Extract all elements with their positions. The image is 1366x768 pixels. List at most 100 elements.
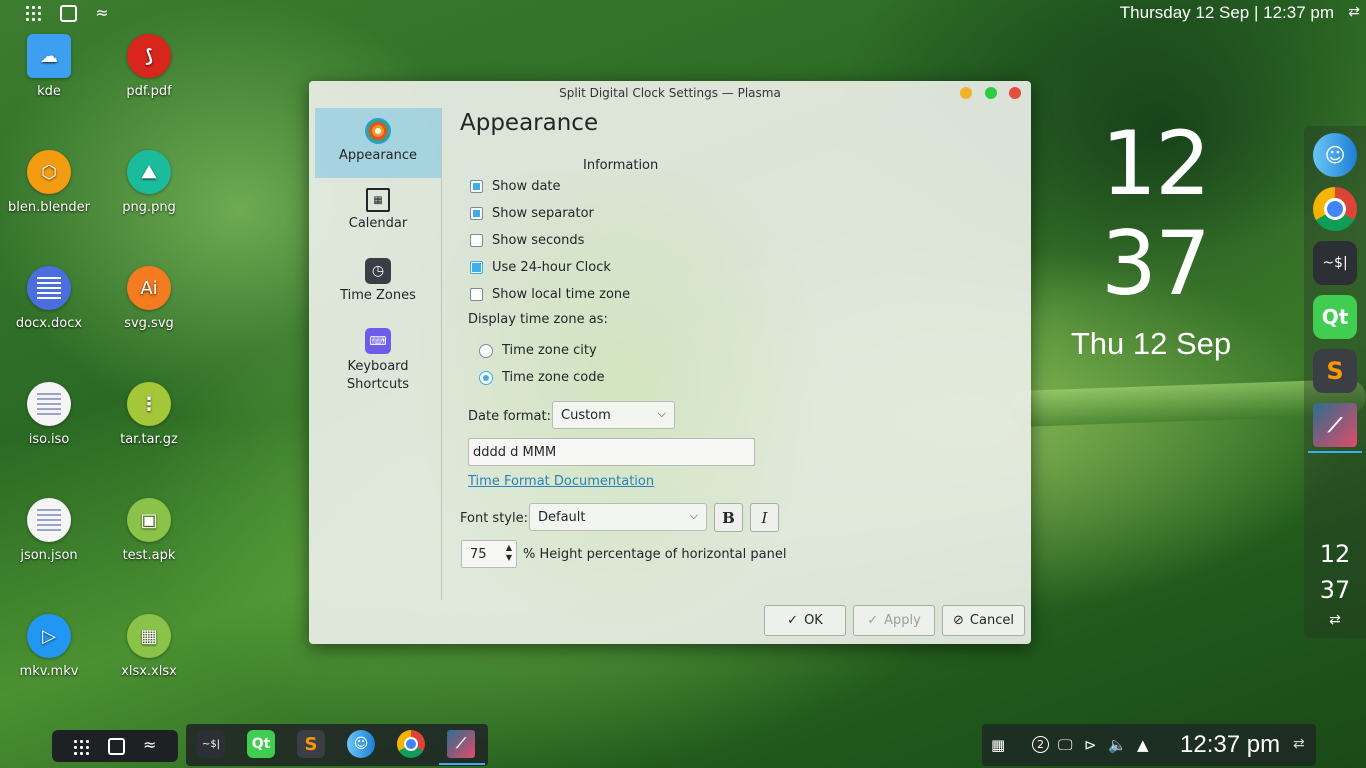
app-launcher-icon[interactable] bbox=[24, 4, 42, 22]
terminal-icon[interactable]: ~$| bbox=[197, 730, 225, 758]
desktop-icon-iso[interactable]: iso.iso bbox=[4, 382, 94, 447]
window-square-icon[interactable] bbox=[108, 738, 125, 755]
ok-button[interactable]: ✓ OK bbox=[764, 605, 846, 636]
bold-button[interactable]: B bbox=[714, 503, 743, 532]
checkbox-indicator[interactable] bbox=[470, 234, 483, 247]
checkbox-show-date[interactable]: Show date bbox=[470, 179, 561, 194]
kdenlive-icon[interactable]: ⟋ bbox=[1313, 403, 1357, 447]
top-clock[interactable]: Thursday 12 Sep | 12:37 pm bbox=[1120, 3, 1334, 23]
taskbar: ~$| Qt S ☺ ⟋ bbox=[186, 724, 488, 766]
sidebar-item-label: Appearance bbox=[338, 148, 418, 163]
desktop-icon-pdf[interactable]: ⟆ pdf.pdf bbox=[104, 34, 194, 99]
dock-settings-icon[interactable]: ⇄ bbox=[1304, 612, 1366, 628]
illustrator-file-icon: Ai bbox=[127, 266, 171, 310]
media-player-icon[interactable]: ⊳ bbox=[1084, 736, 1097, 754]
italic-button[interactable]: I bbox=[750, 503, 779, 532]
qt-creator-icon[interactable]: Qt bbox=[1313, 295, 1357, 339]
top-panel: ≈ Thursday 12 Sep | 12:37 pm ⇄ bbox=[0, 0, 1366, 26]
finder-icon[interactable]: ☺ bbox=[1313, 133, 1357, 177]
cancel-button[interactable]: ⊘ Cancel bbox=[942, 605, 1025, 636]
terminal-icon[interactable]: ~$| bbox=[1313, 241, 1357, 285]
date-format-input[interactable]: dddd d MMM bbox=[468, 438, 755, 466]
minimize-button[interactable] bbox=[960, 87, 972, 99]
desktop-icon-apk[interactable]: ▣ test.apk bbox=[104, 498, 194, 563]
checkbox-show-separator[interactable]: Show separator bbox=[470, 206, 594, 221]
activities-icon[interactable]: ▦ bbox=[991, 736, 1005, 754]
apply-button[interactable]: ✓ Apply bbox=[853, 605, 935, 636]
kdenlive-icon[interactable]: ⟋ bbox=[447, 730, 475, 758]
radio-label: Time zone code bbox=[502, 370, 605, 385]
radio-indicator[interactable] bbox=[479, 343, 493, 358]
desktop-icon-label: png.png bbox=[122, 200, 176, 215]
checkbox-show-seconds[interactable]: Show seconds bbox=[470, 233, 584, 248]
desktop-clock-hours: 12 bbox=[1101, 112, 1211, 215]
wave-icon[interactable]: ≈ bbox=[93, 4, 111, 22]
section-label: Information bbox=[583, 158, 659, 173]
sublime-icon[interactable]: S bbox=[1313, 349, 1357, 393]
panel-settings-icon[interactable]: ⇄ bbox=[1293, 736, 1305, 752]
sidebar-item-label: Keyboard Shortcuts bbox=[346, 359, 410, 392]
sidebar-item-calendar[interactable]: ▦ Calendar bbox=[315, 188, 441, 250]
close-button[interactable] bbox=[1009, 87, 1021, 99]
checkbox-indicator[interactable] bbox=[470, 207, 483, 220]
checkbox-label: Show separator bbox=[492, 206, 594, 221]
taskbar-clock[interactable]: 12:37 pm bbox=[1180, 731, 1280, 759]
radio-label: Time zone city bbox=[502, 343, 597, 358]
height-percentage-spinbox[interactable]: 75 ▲ ▼ bbox=[461, 540, 517, 568]
checkbox-label: Show seconds bbox=[492, 233, 585, 248]
desktop-icon-blender[interactable]: ⬡ blen.blender bbox=[4, 150, 94, 215]
cancel-button-label: Cancel bbox=[969, 613, 1014, 628]
time-format-documentation-link[interactable]: Time Format Documentation bbox=[468, 474, 654, 489]
spin-arrows-icon[interactable]: ▲ ▼ bbox=[506, 543, 512, 563]
bottom-left-panel: ≈ bbox=[52, 730, 178, 762]
desktop-icon-mkv[interactable]: ▷ mkv.mkv bbox=[4, 614, 94, 679]
display-icon[interactable]: 🖵 bbox=[1058, 736, 1072, 754]
checkbox-24-hour-clock[interactable]: Use 24-hour Clock bbox=[470, 260, 611, 275]
window-square-icon[interactable] bbox=[59, 4, 77, 22]
radio-time-zone-city[interactable]: Time zone city bbox=[479, 343, 597, 358]
desktop-icon-label: svg.svg bbox=[124, 316, 174, 331]
notifications-badge-icon[interactable]: 2 bbox=[1032, 736, 1049, 753]
sidebar-item-appearance[interactable]: Appearance bbox=[315, 108, 441, 178]
checkbox-indicator[interactable] bbox=[470, 288, 483, 301]
archive-file-icon: ⋮ bbox=[127, 382, 171, 426]
sidebar-item-time-zones[interactable]: ◷ Time Zones bbox=[315, 258, 441, 320]
desktop-icon-json[interactable]: json.json bbox=[4, 498, 94, 563]
desktop-icon-tar[interactable]: ⋮ tar.tar.gz bbox=[104, 382, 194, 447]
tray-expand-icon[interactable]: ▲ bbox=[1137, 736, 1149, 754]
qt-creator-icon[interactable]: Qt bbox=[247, 730, 275, 758]
chrome-icon[interactable] bbox=[397, 730, 425, 758]
date-format-select[interactable]: Custom ⌵ bbox=[552, 401, 675, 429]
desktop-icon-label: test.apk bbox=[122, 548, 176, 563]
sublime-icon[interactable]: S bbox=[297, 730, 325, 758]
desktop-icon-kde[interactable]: ☁ kde bbox=[4, 34, 94, 99]
wave-icon[interactable]: ≈ bbox=[143, 735, 156, 754]
panel-settings-icon[interactable]: ⇄ bbox=[1348, 4, 1360, 20]
checkbox-indicator[interactable] bbox=[470, 261, 483, 274]
radio-time-zone-code[interactable]: Time zone code bbox=[479, 370, 604, 385]
font-style-select[interactable]: Default ⌵ bbox=[529, 503, 707, 531]
checkbox-show-local-time-zone[interactable]: Show local time zone bbox=[470, 287, 630, 302]
chevron-down-icon: ⌵ bbox=[689, 509, 698, 522]
desktop-icon-xlsx[interactable]: ▦ xlsx.xlsx bbox=[104, 614, 194, 679]
date-format-value: Custom bbox=[561, 408, 611, 423]
radio-indicator[interactable] bbox=[479, 370, 493, 385]
finder-icon[interactable]: ☺ bbox=[347, 730, 375, 758]
desktop-icon-label: iso.iso bbox=[28, 432, 70, 447]
desktop-icon-docx[interactable]: docx.docx bbox=[4, 266, 94, 331]
ok-button-label: OK bbox=[804, 613, 823, 628]
sidebar-item-keyboard-shortcuts[interactable]: ⌨ Keyboard Shortcuts bbox=[315, 328, 441, 400]
checkbox-label: Show date bbox=[492, 179, 561, 194]
desktop-icon-png[interactable]: ⛰ png.png bbox=[104, 150, 194, 215]
desktop-icon-svg[interactable]: Ai svg.svg bbox=[104, 266, 194, 331]
date-format-label: Date format: bbox=[468, 409, 551, 424]
maximize-button[interactable] bbox=[985, 87, 997, 99]
right-dock: ☺ ~$| Qt S ⟋ 12 37 ⇄ bbox=[1304, 126, 1366, 638]
volume-icon[interactable]: 🔈 bbox=[1108, 736, 1127, 754]
sidebar-item-label: Calendar bbox=[348, 216, 408, 231]
app-launcher-icon[interactable] bbox=[72, 738, 91, 757]
chrome-icon[interactable] bbox=[1313, 187, 1357, 231]
checkbox-indicator[interactable] bbox=[470, 180, 483, 193]
video-file-icon: ▷ bbox=[27, 614, 71, 658]
active-task-indicator bbox=[439, 763, 485, 765]
